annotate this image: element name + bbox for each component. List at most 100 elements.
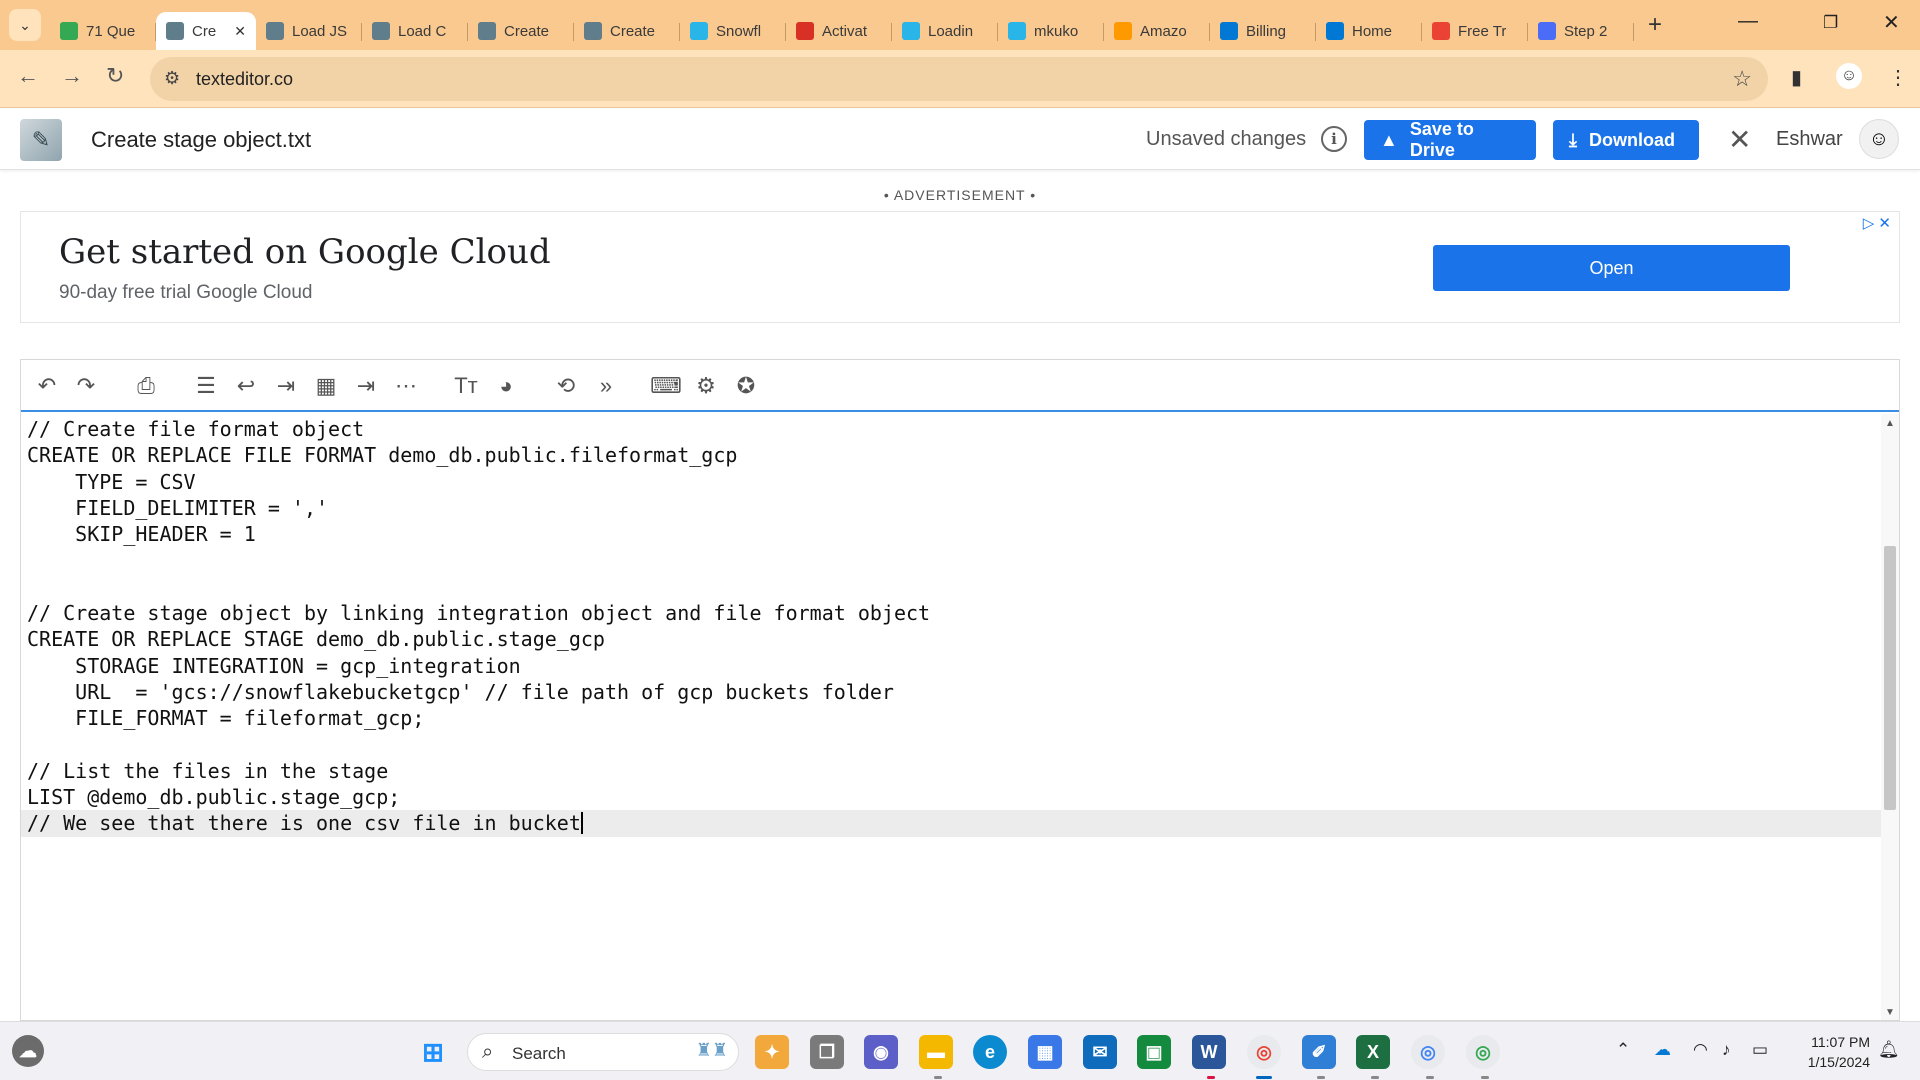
teams-chat-icon[interactable]: ◉: [864, 1035, 898, 1069]
texteditor-logo[interactable]: ✎: [20, 119, 62, 161]
paint-icon[interactable]: ✐: [1302, 1035, 1336, 1069]
browser-tab[interactable]: Activat: [786, 12, 892, 50]
user-name[interactable]: Eshwar: [1776, 128, 1843, 151]
browser-tab[interactable]: Step 2: [1528, 12, 1634, 50]
ad-subline[interactable]: 90-day free trial Google Cloud: [59, 282, 312, 304]
browser-tab[interactable]: Create: [468, 12, 574, 50]
ad-choices-icon[interactable]: ▷ ✕: [1863, 214, 1891, 232]
bookmark-star-icon[interactable]: ☆: [1732, 66, 1752, 92]
code-line[interactable]: FILE_FORMAT = fileformat_gcp;: [21, 705, 1881, 731]
settings-gear-icon[interactable]: ⚙: [689, 370, 723, 402]
browser-tab[interactable]: Home: [1316, 12, 1422, 50]
browser-tab[interactable]: Load JS: [256, 12, 362, 50]
chrome-icon[interactable]: ◎: [1247, 1035, 1281, 1069]
scroll-up-icon[interactable]: ▲: [1885, 418, 1895, 429]
info-icon[interactable]: i: [1321, 126, 1347, 152]
code-line[interactable]: TYPE = CSV: [21, 469, 1881, 495]
microsoft-store-icon[interactable]: ▦: [1028, 1035, 1062, 1069]
expand-more-icon[interactable]: »: [589, 370, 623, 402]
back-button[interactable]: ←: [17, 63, 39, 89]
start-windows-icon[interactable]: ⊞: [416, 1035, 450, 1069]
code-line[interactable]: [21, 732, 1881, 758]
undo-icon[interactable]: ↶: [30, 370, 64, 402]
font-size-icon[interactable]: Tт: [449, 370, 483, 402]
volume-icon[interactable]: ♪: [1722, 1040, 1731, 1060]
line-numbers-icon[interactable]: ☰: [189, 370, 223, 402]
mail-icon[interactable]: ✉: [1083, 1035, 1117, 1069]
browser-tab[interactable]: Load C: [362, 12, 468, 50]
document-title[interactable]: Create stage object.txt: [91, 127, 311, 153]
address-bar[interactable]: ⚙ texteditor.co ☆: [150, 57, 1768, 101]
user-avatar[interactable]: ☺: [1859, 119, 1899, 159]
code-line[interactable]: STORAGE INTEGRATION = gcp_integration: [21, 653, 1881, 679]
ad-headline[interactable]: Get started on Google Cloud: [59, 232, 551, 272]
site-settings-icon[interactable]: ⚙: [164, 68, 180, 89]
code-line[interactable]: // Create file format object: [21, 416, 1881, 442]
restore-window-button[interactable]: ❐: [1823, 13, 1838, 33]
browser-tab[interactable]: 71 Que: [50, 12, 156, 50]
new-tab-button[interactable]: +: [1648, 11, 1662, 39]
indent-icon[interactable]: ⇥: [269, 370, 303, 402]
save-to-drive-button[interactable]: ▲ Save to Drive: [1364, 119, 1536, 160]
forward-button[interactable]: →: [61, 63, 83, 89]
browser-tab[interactable]: Create: [574, 12, 680, 50]
browser-tab[interactable]: Free Tr: [1422, 12, 1528, 50]
close-tab-icon[interactable]: ✕: [234, 23, 246, 40]
weather-icon[interactable]: ☁: [12, 1035, 44, 1067]
code-line[interactable]: FIELD_DELIMITER = ',': [21, 495, 1881, 521]
download-button[interactable]: ⤓ Download: [1553, 120, 1699, 160]
battery-icon[interactable]: ▭: [1752, 1040, 1768, 1060]
browser-tab[interactable]: mkuko: [998, 12, 1104, 50]
print-icon[interactable]: ⎙: [129, 370, 163, 402]
onedrive-cloud-icon[interactable]: ☁: [1654, 1040, 1671, 1060]
word-icon[interactable]: W: [1192, 1035, 1226, 1069]
palette-icon[interactable]: ◕: [489, 370, 523, 402]
file-explorer-icon[interactable]: ▬: [919, 1035, 953, 1069]
ad-open-button[interactable]: Open: [1433, 245, 1790, 291]
advertisement-banner[interactable]: Get started on Google Cloud 90-day free …: [20, 211, 1900, 323]
select-all-icon[interactable]: ▦: [309, 370, 343, 402]
copilot-icon[interactable]: ✦: [755, 1035, 789, 1069]
browser-menu-icon[interactable]: ⋮: [1888, 65, 1908, 90]
reload-button[interactable]: ↻: [106, 63, 124, 89]
side-panel-icon[interactable]: ▮: [1791, 65, 1802, 90]
browser-tab[interactable]: Billing: [1210, 12, 1316, 50]
task-view-icon[interactable]: ❐: [810, 1035, 844, 1069]
browser-tab[interactable]: Cre ✕: [156, 12, 256, 50]
code-line[interactable]: URL = 'gcs://snowflakebucketgcp' // file…: [21, 679, 1881, 705]
url-text[interactable]: texteditor.co: [196, 69, 293, 90]
scrollbar-thumb[interactable]: [1884, 546, 1896, 810]
browser-tab[interactable]: Loadin: [892, 12, 998, 50]
tab-icon[interactable]: ⇥: [349, 370, 383, 402]
minimize-window-button[interactable]: —: [1738, 10, 1758, 33]
close-document-icon[interactable]: ✕: [1728, 123, 1751, 156]
tray-overflow-chevron-icon[interactable]: ⌃: [1616, 1040, 1630, 1060]
browser-tab[interactable]: Amazo: [1104, 12, 1210, 50]
code-line[interactable]: CREATE OR REPLACE FILE FORMAT demo_db.pu…: [21, 442, 1881, 468]
excel-icon[interactable]: X: [1356, 1035, 1390, 1069]
scroll-down-icon[interactable]: ▼: [1885, 1007, 1895, 1018]
system-clock[interactable]: 11:07 PM 1/15/2024: [1792, 1032, 1870, 1072]
chat-app-icon[interactable]: ▣: [1137, 1035, 1171, 1069]
vertical-scrollbar[interactable]: ▲ ▼: [1881, 414, 1899, 1020]
code-line[interactable]: [21, 574, 1881, 600]
find-replace-icon[interactable]: ⟲: [549, 370, 583, 402]
tab-search-menu-button[interactable]: ⌄: [9, 9, 41, 41]
star-icon[interactable]: ✪: [729, 370, 763, 402]
code-line[interactable]: // Create stage object by linking integr…: [21, 600, 1881, 626]
browser-tab[interactable]: Snowfl: [680, 12, 786, 50]
wifi-icon[interactable]: ◠: [1693, 1040, 1708, 1060]
keyboard-icon[interactable]: ⌨: [649, 370, 683, 402]
code-line[interactable]: [21, 547, 1881, 573]
more-icon[interactable]: ⋯: [389, 370, 423, 402]
close-window-button[interactable]: ✕: [1883, 10, 1900, 35]
edge-browser-icon[interactable]: e: [973, 1035, 1007, 1069]
code-line[interactable]: SKIP_HEADER = 1: [21, 521, 1881, 547]
redo-icon[interactable]: ↷: [69, 370, 103, 402]
taskbar-search[interactable]: ⌕ Search ♜♜: [467, 1033, 739, 1071]
code-line[interactable]: // List the files in the stage: [21, 758, 1881, 784]
chrome-profile-icon[interactable]: ◎: [1466, 1035, 1500, 1069]
notification-bell-icon[interactable]: 🔔︎: [1878, 1040, 1900, 1060]
code-area[interactable]: // Create file format object CREATE OR RE…: [21, 416, 1881, 1020]
code-line[interactable]: LIST @demo_db.public.stage_gcp;: [21, 784, 1881, 810]
